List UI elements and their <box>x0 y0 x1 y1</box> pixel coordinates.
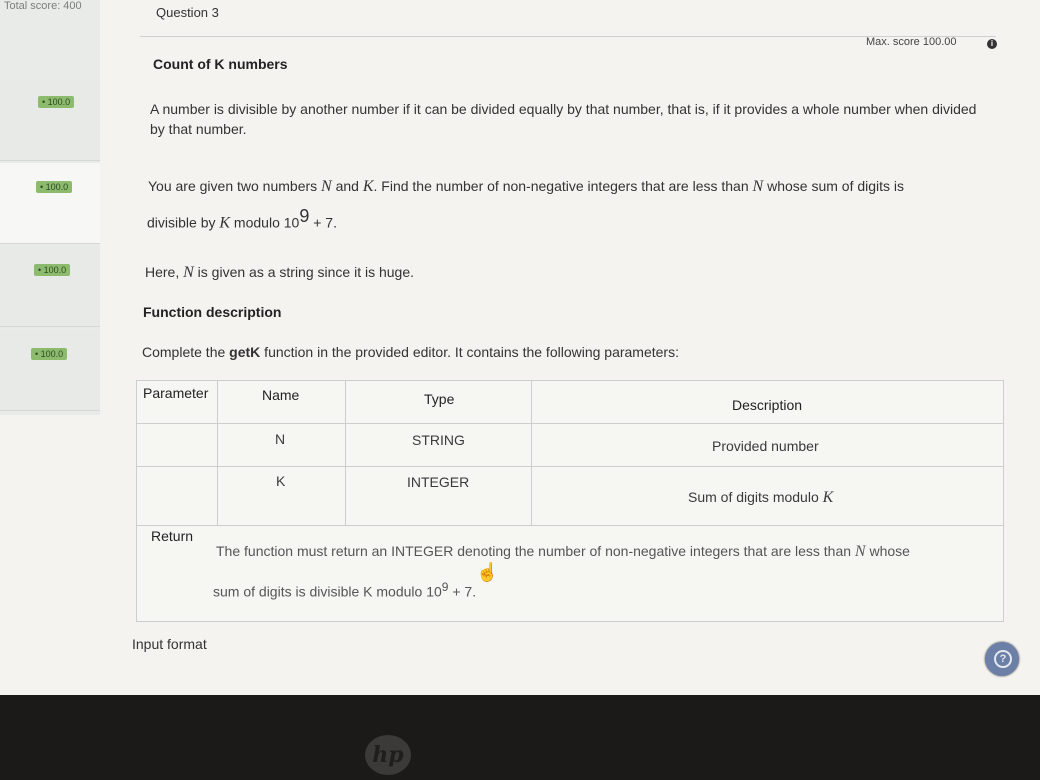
var-n: N <box>752 178 764 195</box>
header-type: Type <box>424 391 455 407</box>
function-name: getK <box>229 344 261 360</box>
return-description: The function must return an INTEGER deno… <box>216 541 1006 562</box>
problem-paragraph-2-line-2: divisible by K modulo 109 + 7. <box>147 206 547 234</box>
max-score: Max. score 100.00 <box>866 36 957 48</box>
function-description-heading: Function description <box>143 304 282 320</box>
text-span: whose sum of digits is <box>763 178 905 194</box>
text-span: is given as a string since it is huge. <box>193 264 415 280</box>
row-divider <box>137 423 1003 424</box>
score-badge: • 100.0 <box>34 264 71 276</box>
var-n: N <box>183 264 194 281</box>
total-score: Total score: 400 <box>4 0 82 12</box>
problem-paragraph-3: Here, N is given as a string since it is… <box>145 262 645 283</box>
text-span: + 7. <box>309 214 337 231</box>
info-icon[interactable]: i <box>987 39 997 49</box>
column-divider <box>345 381 346 526</box>
text-span: whose <box>865 543 910 559</box>
var-k: K <box>362 178 374 195</box>
text-span: + 7. <box>448 583 477 600</box>
text-span: sum of digits is divisible K modulo 10 <box>213 583 442 600</box>
score-badge: • 100.0 <box>36 181 73 193</box>
header-parameter: Parameter <box>143 385 209 401</box>
sidebar-question-3[interactable]: • 100.0 <box>0 246 100 327</box>
sidebar-question-2[interactable]: • 100.0 <box>0 163 100 244</box>
column-divider <box>217 381 218 526</box>
problem-title: Count of K numbers <box>153 56 288 72</box>
header-description: Description <box>732 397 803 413</box>
text-span: function in the provided editor. It cont… <box>260 344 679 360</box>
text-span: Complete the <box>142 344 230 360</box>
var-k: K <box>219 214 231 232</box>
sidebar-question-1[interactable]: • 100.0 <box>0 80 100 161</box>
text-span: . Find the number of non-negative intege… <box>373 178 753 194</box>
parameters-table: Parameter Name Type Description N STRING… <box>136 380 1004 622</box>
return-label: Return <box>151 528 194 544</box>
screen: Total score: 400 • 100.0 • 100.0 • 100.0… <box>0 0 1040 695</box>
text-span: and <box>331 178 363 194</box>
return-description-line-2: sum of digits is divisible K modulo 109 … <box>213 577 613 602</box>
param-name: K <box>276 473 286 489</box>
text-span: Here, <box>145 264 184 280</box>
score-badge: • 100.0 <box>38 96 75 108</box>
problem-paragraph-4: Complete the getK function in the provid… <box>142 342 842 362</box>
param-description: Provided number <box>712 438 819 454</box>
text-span: The function must return an INTEGER deno… <box>216 543 855 559</box>
text-span: divisible by <box>147 214 220 231</box>
question-label: Question 3 <box>156 5 219 20</box>
text-span: Sum of digits modulo <box>688 489 823 505</box>
input-format-heading: Input format <box>132 636 207 652</box>
problem-paragraph-1: A number is divisible by another number … <box>150 101 977 137</box>
help-button[interactable]: ? <box>985 642 1019 676</box>
problem-paragraph-2: You are given two numbers N and K. Find … <box>148 176 1008 197</box>
sidebar-question-4[interactable]: • 100.0 <box>0 330 100 411</box>
text-span: You are given two numbers <box>148 178 322 194</box>
var-n: N <box>854 543 866 560</box>
question-sidebar: Total score: 400 • 100.0 • 100.0 • 100.0… <box>0 0 100 415</box>
question-icon: ? <box>994 650 1012 668</box>
hp-logo: hp <box>365 735 411 775</box>
param-type: STRING <box>412 432 465 448</box>
score-badge: • 100.0 <box>31 348 68 360</box>
param-description: Sum of digits modulo K <box>688 489 833 507</box>
row-divider <box>137 466 1003 467</box>
column-divider <box>531 381 532 526</box>
exponent: 9 <box>299 206 310 226</box>
mouse-cursor-icon: ☝ <box>476 562 499 582</box>
header-name: Name <box>262 387 300 403</box>
row-divider <box>137 525 1003 526</box>
var-k: K <box>822 489 834 506</box>
text-span: modulo 10 <box>230 214 300 231</box>
param-name: N <box>275 431 286 447</box>
param-type: INTEGER <box>407 474 470 490</box>
var-n: N <box>321 178 332 195</box>
